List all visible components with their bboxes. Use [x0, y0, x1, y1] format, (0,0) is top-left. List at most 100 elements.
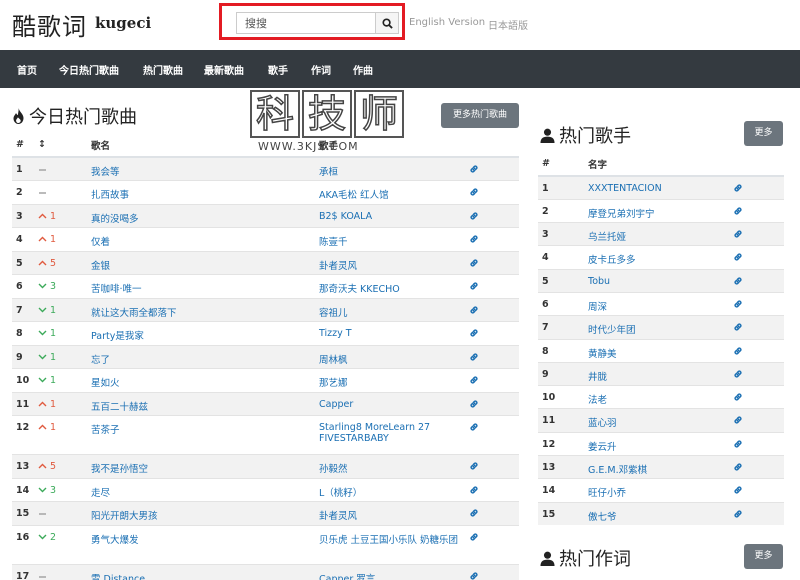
singer-rank: 8 [538, 338, 588, 363]
singer-link[interactable]: 那艺娜 [319, 368, 469, 392]
link-icon[interactable] [469, 375, 479, 388]
singer-link[interactable]: 那奇沃夫 KKECHO [319, 274, 469, 298]
link-icon[interactable] [469, 485, 479, 498]
singer-link[interactable]: 孙毅然 [319, 454, 469, 478]
link-icon[interactable] [733, 369, 743, 382]
link-icon[interactable] [469, 328, 479, 341]
nav-singers[interactable]: 歌手 [268, 62, 288, 77]
singer-name-link[interactable]: 周深 [588, 291, 733, 316]
more-hot-songs-button[interactable]: 更多热门歌曲 [441, 103, 519, 128]
song-title-link[interactable]: 走尽 [91, 477, 319, 502]
singer-link[interactable]: L（桃籽） [319, 477, 469, 502]
singer-name-link[interactable]: 皮卡丘多多 [588, 245, 733, 270]
singer-name-link[interactable]: XXXTENTACION [588, 175, 733, 200]
link-icon[interactable] [733, 439, 743, 452]
singer-name-link[interactable]: G.E.M.邓紫棋 [588, 455, 733, 479]
singer-name-link[interactable]: 黄静美 [588, 338, 733, 363]
singer-link[interactable]: 周林枫 [319, 344, 469, 369]
link-icon[interactable] [469, 422, 479, 435]
song-title-link[interactable]: 我会等 [91, 156, 319, 181]
link-icon[interactable] [733, 252, 743, 265]
nav-home[interactable]: 首页 [17, 62, 37, 77]
song-title-link[interactable]: 金银 [91, 250, 319, 275]
link-icon[interactable] [733, 392, 743, 405]
song-title-link[interactable]: 苦茶子 [91, 415, 319, 455]
singer-link[interactable]: 承桓 [319, 156, 469, 181]
logo-english[interactable]: kugeci [95, 14, 151, 32]
singer-row: 5 Tobu [538, 268, 784, 293]
link-icon[interactable] [733, 485, 743, 498]
singer-name-link[interactable]: 法老 [588, 385, 733, 409]
singer-name-link[interactable]: Tobu [588, 268, 733, 293]
link-icon[interactable] [733, 206, 743, 219]
singer-name-link[interactable]: 姜云升 [588, 431, 733, 456]
search-input[interactable] [236, 12, 376, 34]
link-icon[interactable] [733, 299, 743, 312]
link-icon[interactable] [469, 258, 479, 271]
link-icon[interactable] [733, 415, 743, 428]
singer-link[interactable]: AKA毛松 红人馆 [319, 180, 469, 204]
more-lyricists-button[interactable]: 更多 [744, 544, 783, 569]
link-icon[interactable] [733, 462, 743, 475]
song-title-link[interactable]: 我不是孙悟空 [91, 454, 319, 478]
nav-new-songs[interactable]: 最新歌曲 [204, 62, 244, 77]
link-icon[interactable] [469, 187, 479, 200]
nav-today-hot[interactable]: 今日热门歌曲 [59, 62, 119, 77]
link-icon[interactable] [469, 461, 479, 474]
link-icon[interactable] [733, 183, 743, 196]
link-icon[interactable] [469, 164, 479, 177]
link-icon[interactable] [469, 352, 479, 365]
singer-link[interactable]: 卦者灵风 [319, 501, 469, 525]
song-title-link[interactable]: 阳光开朗大男孩 [91, 501, 319, 525]
singer-link[interactable]: Capper [319, 391, 469, 416]
link-icon[interactable] [469, 399, 479, 412]
song-title-link[interactable]: 真的没喝多 [91, 203, 319, 228]
song-title-link[interactable]: 勇气大爆发 [91, 524, 319, 564]
nav-composers[interactable]: 作曲 [353, 62, 373, 77]
link-icon[interactable] [733, 276, 743, 289]
search-button[interactable] [375, 12, 399, 34]
song-title-link[interactable]: 忘了 [91, 344, 319, 369]
more-singers-button[interactable]: 更多 [744, 121, 783, 146]
song-title-link[interactable]: 苦咖啡·唯一 [91, 274, 319, 298]
link-icon[interactable] [469, 532, 479, 545]
link-icon[interactable] [469, 305, 479, 318]
link-icon[interactable] [469, 281, 479, 294]
singer-name-link[interactable]: 乌兰托娅 [588, 222, 733, 246]
singer-name-link[interactable]: 时代少年团 [588, 315, 733, 340]
song-title-link[interactable]: 仅着 [91, 227, 319, 251]
singer-link[interactable]: B2$ KOALA [319, 203, 469, 228]
singer-name-link[interactable]: 摩登兄弟刘宇宁 [588, 198, 733, 223]
link-icon[interactable] [469, 211, 479, 224]
link-icon[interactable] [733, 346, 743, 359]
link-icon[interactable] [733, 509, 743, 522]
song-title-link[interactable]: Party是我家 [91, 321, 319, 345]
nav-lyricists[interactable]: 作词 [311, 62, 331, 77]
singer-name-link[interactable]: 傲七爷 [588, 501, 733, 526]
logo-chinese[interactable]: 酷歌词 [12, 7, 87, 42]
song-title-link[interactable]: 扎西故事 [91, 180, 319, 204]
singer-link[interactable]: 容祖儿 [319, 297, 469, 322]
nav-hot-songs[interactable]: 热门歌曲 [143, 62, 183, 77]
link-icon[interactable] [733, 229, 743, 242]
singer-name-link[interactable]: 旺仔小乔 [588, 478, 733, 503]
song-title-link[interactable]: 就让这大雨全都落下 [91, 297, 319, 322]
singer-name-link[interactable]: 蓝心羽 [588, 408, 733, 433]
singer-link[interactable]: Starling8 MoreLearn 27 FIVESTARBABY [319, 415, 469, 455]
singer-link[interactable]: 卦者灵风 [319, 250, 469, 275]
trend-down-icon [38, 375, 47, 386]
link-icon[interactable] [469, 571, 479, 580]
english-version-link[interactable]: English Version [409, 17, 485, 28]
singer-link[interactable]: 贝乐虎 土豆王国小乐队 奶糖乐团 [319, 524, 469, 564]
link-icon[interactable] [469, 234, 479, 247]
link-icon[interactable] [469, 508, 479, 521]
song-title-link[interactable]: 雪 Distance [91, 563, 319, 580]
singer-name-link[interactable]: 井胧 [588, 361, 733, 386]
song-title-link[interactable]: 五百二十赫兹 [91, 391, 319, 416]
song-title-link[interactable]: 星如火 [91, 368, 319, 392]
singer-link[interactable]: Tizzy T [319, 321, 469, 345]
singer-link[interactable]: Capper 罗言 [319, 563, 469, 580]
link-icon[interactable] [733, 322, 743, 335]
singer-link[interactable]: 陈壹千 [319, 227, 469, 251]
japanese-version-link[interactable]: 日本語版 [488, 17, 528, 32]
